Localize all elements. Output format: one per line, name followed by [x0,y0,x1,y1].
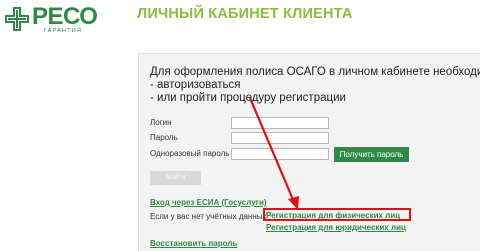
get-password-button[interactable]: Получить пароль [334,147,409,162]
esia-login-link[interactable]: Вход через ЕСИА (Госуслуги) [150,198,267,207]
login-input[interactable] [231,117,329,129]
otp-label: Одноразовый пароль [150,149,230,158]
password-label: Пароль [150,133,178,142]
logo-subtitle: ГАРАНТИЯ [44,28,83,34]
no-account-text: Если у вас нет учётных данных [150,212,267,221]
login-label: Логин [150,118,172,127]
otp-input[interactable] [231,148,329,160]
password-input[interactable] [231,132,329,144]
restore-password-link[interactable]: Восстановить пароль [150,239,237,248]
highlight-box [263,208,411,221]
intro-text: Для оформления полиса ОСАГО в личном каб… [150,66,480,105]
reso-logo[interactable]: РЕСО ГАРАНТИЯ [4,2,104,38]
intro-line-2: - авторизоваться [150,79,241,91]
intro-line-3: - или пройти процедуру регистрации [150,92,346,104]
login-button[interactable]: Войти [150,171,201,185]
register-legal-link[interactable]: Регистрация для юридических лиц [266,223,406,232]
logo-name: РЕСО [32,3,98,30]
intro-line-1: Для оформления полиса ОСАГО в личном каб… [150,66,480,78]
reso-logo-icon [5,7,29,31]
page-title: ЛИЧНЫЙ КАБИНЕТ КЛИЕНТА [137,6,353,22]
